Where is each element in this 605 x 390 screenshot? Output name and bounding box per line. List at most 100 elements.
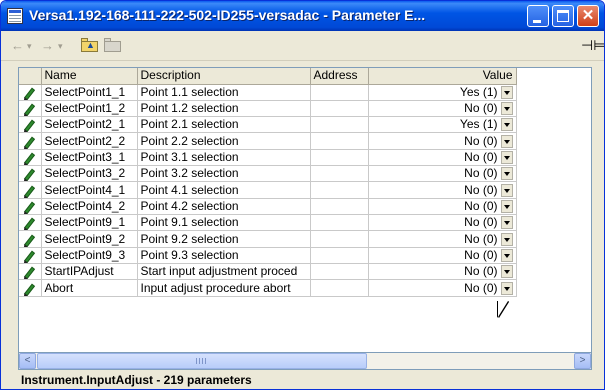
param-name[interactable]: SelectPoint2_1 [41,116,138,134]
dropdown-arrow-icon[interactable] [500,102,513,116]
table-row[interactable]: SelectPoint9_2 Point 9.2 selection No (0) [19,230,517,248]
scroll-left-button[interactable]: < [19,353,36,369]
param-name[interactable]: SelectPoint1_1 [41,84,138,101]
param-value[interactable]: No (0) [464,248,497,262]
forward-arrow-icon[interactable]: → [41,38,54,54]
param-value[interactable]: No (0) [464,215,497,229]
param-value[interactable]: Yes (1) [460,117,498,131]
table-row[interactable]: SelectPoint3_1 Point 3.1 selection No (0) [19,149,517,167]
pencil-icon [24,234,36,247]
param-name[interactable]: Abort [41,279,138,297]
column-header-value[interactable]: Value [368,68,517,85]
param-description: Point 4.2 selection [137,198,311,216]
window-title: Versa1.192-168-111-222-502-ID255-versada… [29,7,426,23]
param-value[interactable]: Yes (1) [460,85,498,99]
table-row[interactable]: SelectPoint4_1 Point 4.1 selection No (0) [19,181,517,199]
param-value[interactable]: No (0) [464,166,497,180]
mouse-cursor-icon [498,301,508,317]
pin-icon[interactable]: ⊣⊨ [581,37,604,54]
parent-folder-icon[interactable]: ▲ [81,38,99,53]
dropdown-arrow-icon[interactable] [500,232,513,246]
table-row[interactable]: Abort Input adjust procedure abort No (0) [19,279,517,297]
back-arrow-icon[interactable]: ← [11,38,24,54]
param-name[interactable]: SelectPoint2_2 [41,132,138,150]
param-name[interactable]: SelectPoint9_2 [41,230,138,248]
param-value[interactable]: No (0) [464,264,497,278]
param-name[interactable]: SelectPoint9_3 [41,247,138,265]
param-name[interactable]: StartIPAdjust [41,263,138,281]
dropdown-arrow-icon[interactable] [500,265,513,279]
dropdown-arrow-icon[interactable] [500,200,513,214]
param-value-cell[interactable]: Yes (1) [368,116,517,134]
edit-pencil-icon [19,247,42,265]
back-dropdown-icon[interactable]: ▾ [27,38,32,54]
param-value-cell[interactable]: No (0) [368,100,517,118]
forward-dropdown-icon[interactable]: ▾ [58,38,63,54]
pencil-icon [24,217,36,230]
param-value[interactable]: No (0) [464,183,497,197]
param-name[interactable]: SelectPoint4_1 [41,181,138,199]
scroll-thumb[interactable] [37,353,367,369]
param-name[interactable]: SelectPoint3_1 [41,149,138,167]
dropdown-arrow-icon[interactable] [500,118,513,132]
horizontal-scrollbar[interactable]: < > [18,353,592,370]
param-value-cell[interactable]: No (0) [368,149,517,167]
dropdown-arrow-icon[interactable] [500,249,513,263]
param-description: Point 9.3 selection [137,247,311,265]
param-value-cell[interactable]: No (0) [368,247,517,265]
dropdown-arrow-icon[interactable] [500,151,513,165]
edit-pencil-icon [19,84,42,101]
param-value-cell[interactable]: Yes (1) [368,84,517,101]
close-button[interactable]: ✕ [577,5,599,27]
param-name[interactable]: SelectPoint4_2 [41,198,138,216]
table-row[interactable]: SelectPoint9_1 Point 9.1 selection No (0) [19,214,517,232]
title-bar[interactable]: Versa1.192-168-111-222-502-ID255-versada… [1,1,604,31]
param-value-cell[interactable]: No (0) [368,263,517,281]
param-name[interactable]: SelectPoint1_2 [41,100,138,118]
param-value-cell[interactable]: No (0) [368,132,517,150]
column-header-address[interactable]: Address [310,68,369,85]
param-value-cell[interactable]: No (0) [368,214,517,232]
dropdown-arrow-icon[interactable] [500,167,513,181]
edit-pencil-icon [19,198,42,216]
dropdown-arrow-icon[interactable] [500,183,513,197]
table-row[interactable]: SelectPoint2_2 Point 2.2 selection No (0) [19,132,517,150]
param-value-cell[interactable]: No (0) [368,230,517,248]
param-description: Point 1.2 selection [137,100,311,118]
dropdown-arrow-icon[interactable] [500,85,513,99]
pencil-icon [24,185,36,198]
table-row[interactable]: SelectPoint9_3 Point 9.3 selection No (0) [19,247,517,265]
dropdown-arrow-icon[interactable] [500,134,513,148]
table-row[interactable]: StartIPAdjust Start input adjustment proc… [19,263,517,281]
param-value[interactable]: No (0) [464,199,497,213]
param-name[interactable]: SelectPoint9_1 [41,214,138,232]
param-value-cell[interactable]: No (0) [368,165,517,183]
param-value[interactable]: No (0) [464,150,497,164]
column-header-name[interactable]: Name [41,68,138,85]
param-value-cell[interactable]: No (0) [368,181,517,199]
table-row[interactable]: SelectPoint4_2 Point 4.2 selection No (0) [19,198,517,216]
scroll-right-button[interactable]: > [574,353,591,369]
table-row[interactable]: SelectPoint2_1 Point 2.1 selection Yes (1) [19,116,517,134]
minimize-button[interactable] [527,5,549,27]
dropdown-arrow-icon[interactable] [500,216,513,230]
column-header-description[interactable]: Description [137,68,311,85]
param-value[interactable]: No (0) [464,232,497,246]
param-name[interactable]: SelectPoint3_2 [41,165,138,183]
dropdown-arrow-icon[interactable] [500,281,513,295]
param-address [310,279,369,297]
param-value-cell[interactable]: No (0) [368,279,517,297]
table-row[interactable]: SelectPoint1_2 Point 1.2 selection No (0) [19,100,517,118]
param-value[interactable]: No (0) [464,134,497,148]
param-value[interactable]: No (0) [464,281,497,295]
param-value[interactable]: No (0) [464,101,497,115]
param-value-cell[interactable]: No (0) [368,198,517,216]
folder-icon[interactable] [104,38,122,53]
table-row[interactable]: SelectPoint1_1 Point 1.1 selection Yes (1) [19,84,517,101]
maximize-button[interactable] [552,5,574,27]
edit-pencil-icon [19,214,42,232]
table-row[interactable]: SelectPoint3_2 Point 3.2 selection No (0) [19,165,517,183]
parameter-editor-window: Versa1.192-168-111-222-502-ID255-versada… [0,0,605,390]
edit-pencil-icon [19,100,42,118]
param-address [310,84,369,101]
